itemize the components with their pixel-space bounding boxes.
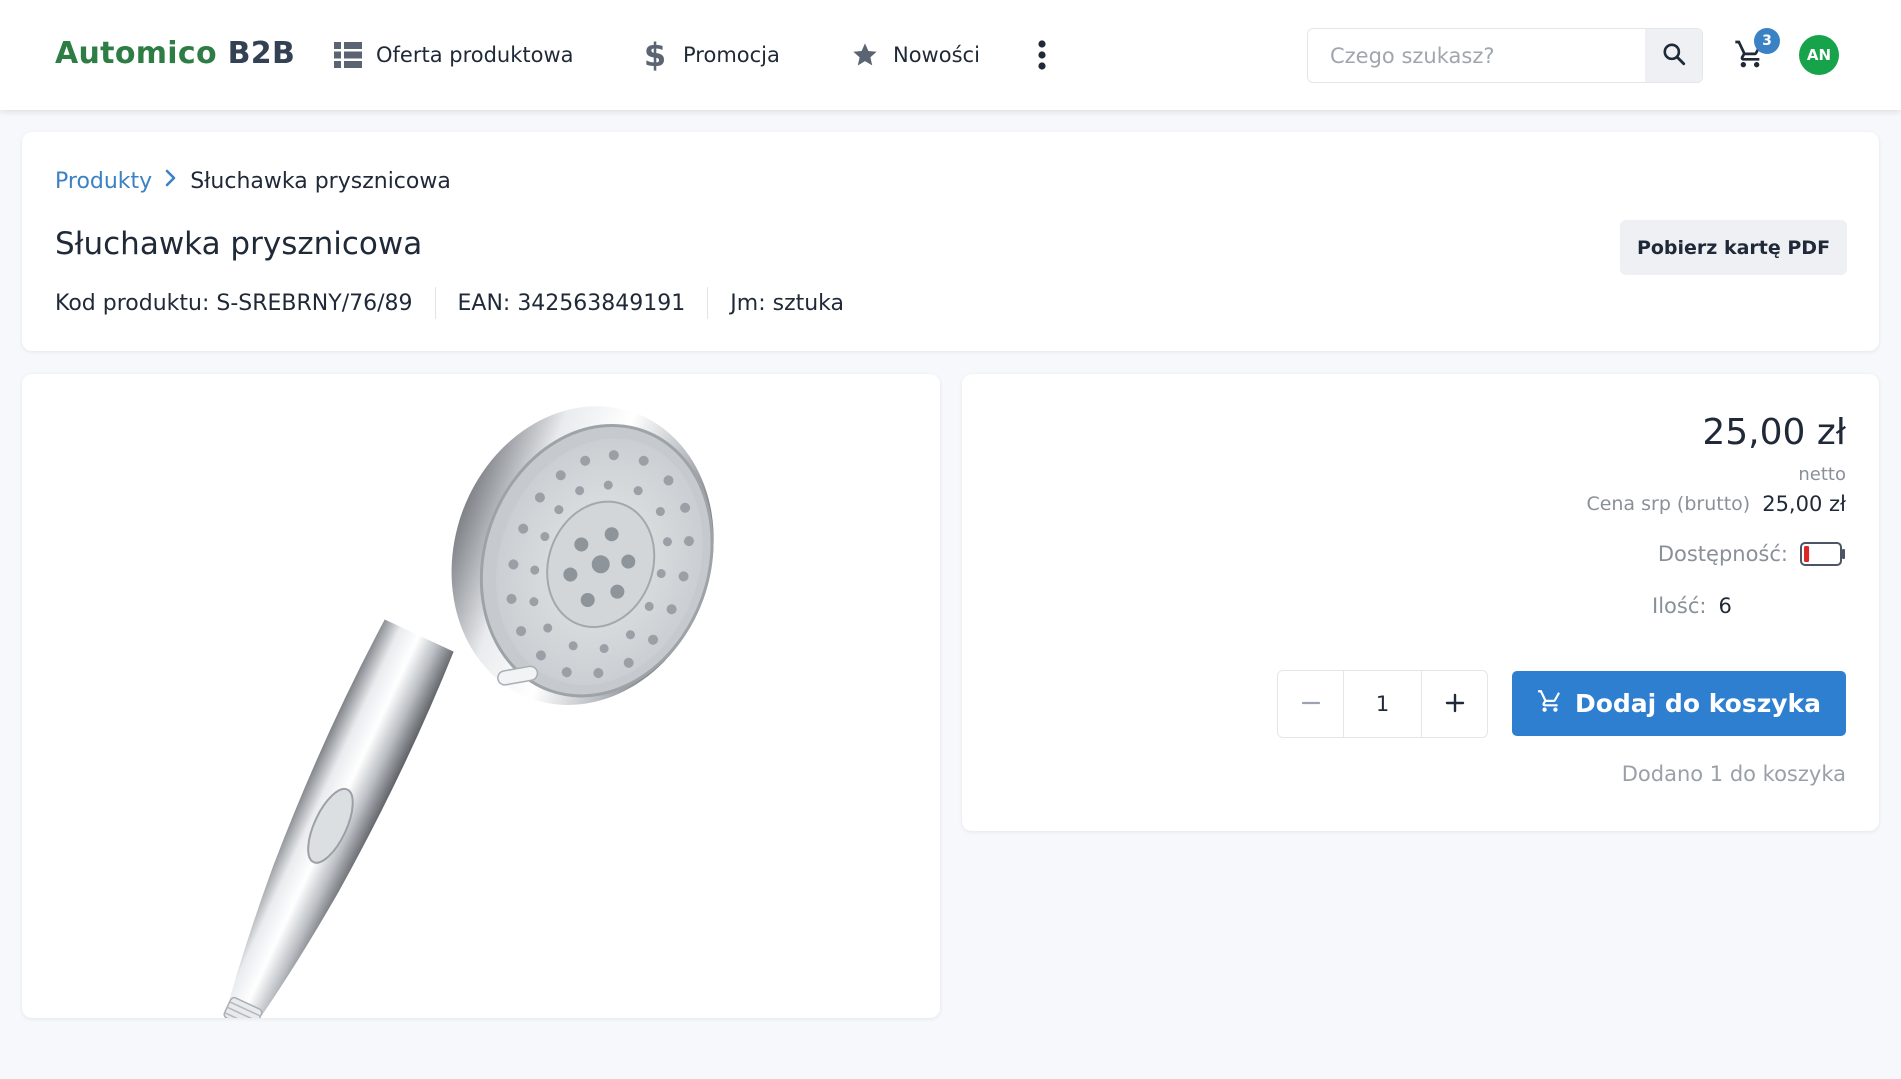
battery-availability-icon (1800, 542, 1846, 566)
quantity-stepper (1277, 670, 1488, 738)
cart-icon (1734, 40, 1766, 74)
nav-item-nowosci[interactable]: Nowości (851, 36, 980, 74)
availability-label: Dostępność: (1657, 542, 1788, 566)
dollar-icon: $ (641, 39, 669, 71)
nav-item-promocja[interactable]: $ Promocja (641, 36, 780, 74)
product-code: Kod produktu: S-SREBRNY/76/89 (55, 290, 413, 316)
search-input[interactable] (1308, 29, 1645, 82)
brand-logo[interactable]: Automico B2B (55, 36, 295, 71)
cart-icon (1537, 688, 1563, 720)
product-meta: Kod produktu: S-SREBRNY/76/89 EAN: 34256… (55, 287, 844, 319)
page-title: Słuchawka prysznicowa (55, 226, 423, 262)
quantity-input[interactable] (1343, 671, 1422, 737)
minus-icon (1301, 693, 1321, 716)
nav-label-promocja: Promocja (683, 43, 780, 67)
breadcrumb-current: Słuchawka prysznicowa (190, 168, 451, 194)
divider (434, 287, 436, 319)
price-net: 25,00 zł (1702, 412, 1846, 453)
add-to-cart-label: Dodaj do koszyka (1574, 689, 1822, 718)
price-type-label: netto (1798, 464, 1846, 485)
purchase-card: 25,00 zł netto Cena srp (brutto) 25,00 z… (962, 374, 1879, 831)
srp-value: 25,00 zł (1762, 492, 1846, 516)
breadcrumb: Produkty Słuchawka prysznicowa (55, 168, 451, 194)
grid-list-icon (334, 41, 362, 69)
nav-item-oferta[interactable]: Oferta produktowa (334, 36, 574, 74)
svg-text:$: $ (644, 39, 666, 71)
quantity-value: 6 (1718, 594, 1732, 618)
product-image[interactable] (22, 374, 940, 1018)
search-icon (1661, 41, 1687, 70)
nav-label-nowosci: Nowości (893, 43, 980, 67)
user-avatar[interactable]: AN (1799, 35, 1839, 75)
cart-count-badge: 3 (1754, 28, 1780, 54)
brand-suffix: B2B (227, 36, 296, 71)
star-icon (851, 41, 879, 69)
availability-row: Dostępność: (1658, 542, 1846, 566)
product-unit: Jm: sztuka (730, 290, 845, 316)
increment-button[interactable] (1422, 671, 1487, 737)
stock-quantity-row: Ilość: 6 (1652, 594, 1732, 618)
decrement-button[interactable] (1278, 671, 1343, 737)
product-ean: EAN: 342563849191 (457, 290, 686, 316)
product-image-card (22, 374, 940, 1018)
add-to-cart-button[interactable]: Dodaj do koszyka (1512, 671, 1846, 736)
added-to-cart-note: Dodano 1 do koszyka (1621, 762, 1846, 786)
kebab-menu-icon[interactable] (1032, 38, 1052, 72)
product-header-card: Produkty Słuchawka prysznicowa Słuchawka… (22, 132, 1879, 351)
breadcrumb-link-produkty[interactable]: Produkty (55, 169, 152, 194)
quantity-label: Ilość: (1652, 594, 1707, 618)
plus-icon (1445, 693, 1465, 716)
search-box (1307, 28, 1703, 83)
top-navigation-bar: Automico B2B Oferta produktowa $ Promocj… (0, 0, 1901, 110)
srp-price-row: Cena srp (brutto) 25,00 zł (1586, 492, 1846, 516)
chevron-right-icon (164, 168, 178, 194)
cart-button[interactable]: 3 (1734, 28, 1780, 74)
srp-label: Cena srp (brutto) (1586, 493, 1751, 515)
divider (707, 287, 709, 319)
nav-label-oferta: Oferta produktowa (376, 43, 574, 67)
search-button[interactable] (1645, 29, 1702, 82)
brand-name: Automico (55, 36, 217, 71)
download-pdf-button[interactable]: Pobierz kartę PDF (1620, 220, 1847, 275)
